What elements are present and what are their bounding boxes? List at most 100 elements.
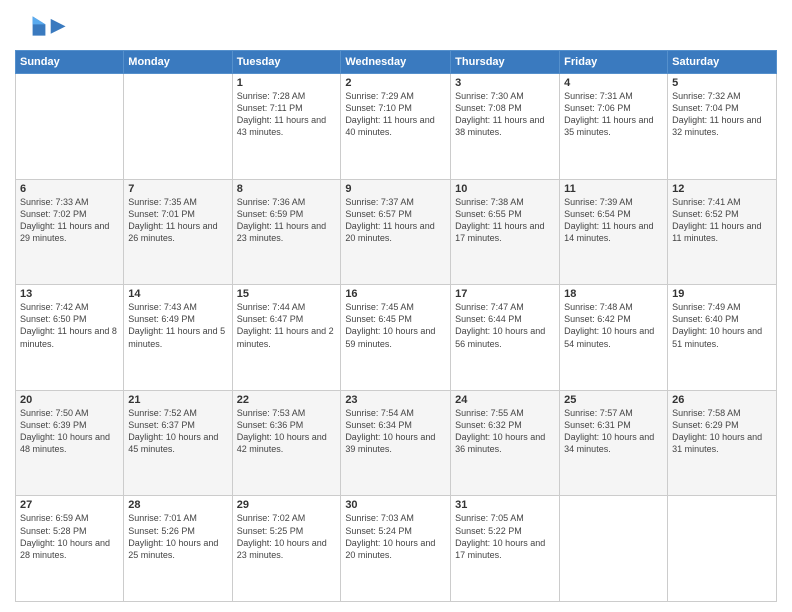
day-number: 4 (564, 77, 663, 89)
day-info: Sunrise: 7:53 AMSunset: 6:36 PMDaylight:… (237, 407, 337, 456)
day-cell: 15Sunrise: 7:44 AMSunset: 6:47 PMDayligh… (232, 285, 341, 391)
day-number: 23 (345, 394, 446, 406)
day-number: 25 (564, 394, 663, 406)
day-number: 5 (672, 77, 772, 89)
day-cell (668, 496, 777, 602)
week-row-1: 1Sunrise: 7:28 AMSunset: 7:11 PMDaylight… (16, 74, 777, 180)
weekday-header-monday: Monday (124, 51, 232, 74)
day-cell: 28Sunrise: 7:01 AMSunset: 5:26 PMDayligh… (124, 496, 232, 602)
day-info: Sunrise: 7:39 AMSunset: 6:54 PMDaylight:… (564, 196, 663, 245)
day-number: 2 (345, 77, 446, 89)
day-number: 12 (672, 183, 772, 195)
day-cell: 19Sunrise: 7:49 AMSunset: 6:40 PMDayligh… (668, 285, 777, 391)
day-cell (124, 74, 232, 180)
day-cell: 21Sunrise: 7:52 AMSunset: 6:37 PMDayligh… (124, 390, 232, 496)
day-info: Sunrise: 7:58 AMSunset: 6:29 PMDaylight:… (672, 407, 772, 456)
day-info: Sunrise: 7:36 AMSunset: 6:59 PMDaylight:… (237, 196, 337, 245)
week-row-4: 20Sunrise: 7:50 AMSunset: 6:39 PMDayligh… (16, 390, 777, 496)
day-cell: 3Sunrise: 7:30 AMSunset: 7:08 PMDaylight… (451, 74, 560, 180)
day-number: 11 (564, 183, 663, 195)
day-info: Sunrise: 7:29 AMSunset: 7:10 PMDaylight:… (345, 90, 446, 139)
day-number: 21 (128, 394, 227, 406)
day-cell: 26Sunrise: 7:58 AMSunset: 6:29 PMDayligh… (668, 390, 777, 496)
day-info: Sunrise: 7:01 AMSunset: 5:26 PMDaylight:… (128, 512, 227, 561)
day-number: 6 (20, 183, 119, 195)
day-number: 26 (672, 394, 772, 406)
day-cell: 27Sunrise: 6:59 AMSunset: 5:28 PMDayligh… (16, 496, 124, 602)
day-number: 13 (20, 288, 119, 300)
day-info: Sunrise: 7:52 AMSunset: 6:37 PMDaylight:… (128, 407, 227, 456)
day-number: 29 (237, 499, 337, 511)
day-info: Sunrise: 7:32 AMSunset: 7:04 PMDaylight:… (672, 90, 772, 139)
day-cell: 17Sunrise: 7:47 AMSunset: 6:44 PMDayligh… (451, 285, 560, 391)
day-cell: 16Sunrise: 7:45 AMSunset: 6:45 PMDayligh… (341, 285, 451, 391)
day-cell: 12Sunrise: 7:41 AMSunset: 6:52 PMDayligh… (668, 179, 777, 285)
day-number: 19 (672, 288, 772, 300)
day-info: Sunrise: 7:38 AMSunset: 6:55 PMDaylight:… (455, 196, 555, 245)
day-number: 16 (345, 288, 446, 300)
day-info: Sunrise: 7:03 AMSunset: 5:24 PMDaylight:… (345, 512, 446, 561)
day-info: Sunrise: 7:43 AMSunset: 6:49 PMDaylight:… (128, 301, 227, 350)
day-info: Sunrise: 7:41 AMSunset: 6:52 PMDaylight:… (672, 196, 772, 245)
day-number: 1 (237, 77, 337, 89)
weekday-header-wednesday: Wednesday (341, 51, 451, 74)
day-info: Sunrise: 7:35 AMSunset: 7:01 PMDaylight:… (128, 196, 227, 245)
day-number: 14 (128, 288, 227, 300)
day-info: Sunrise: 7:37 AMSunset: 6:57 PMDaylight:… (345, 196, 446, 245)
day-cell: 20Sunrise: 7:50 AMSunset: 6:39 PMDayligh… (16, 390, 124, 496)
day-number: 18 (564, 288, 663, 300)
day-info: Sunrise: 7:44 AMSunset: 6:47 PMDaylight:… (237, 301, 337, 350)
day-cell: 2Sunrise: 7:29 AMSunset: 7:10 PMDaylight… (341, 74, 451, 180)
day-cell: 18Sunrise: 7:48 AMSunset: 6:42 PMDayligh… (560, 285, 668, 391)
day-number: 17 (455, 288, 555, 300)
header: ▶ (15, 10, 777, 42)
day-cell: 4Sunrise: 7:31 AMSunset: 7:06 PMDaylight… (560, 74, 668, 180)
weekday-header-friday: Friday (560, 51, 668, 74)
day-info: Sunrise: 7:33 AMSunset: 7:02 PMDaylight:… (20, 196, 119, 245)
day-cell: 11Sunrise: 7:39 AMSunset: 6:54 PMDayligh… (560, 179, 668, 285)
week-row-2: 6Sunrise: 7:33 AMSunset: 7:02 PMDaylight… (16, 179, 777, 285)
day-cell: 8Sunrise: 7:36 AMSunset: 6:59 PMDaylight… (232, 179, 341, 285)
day-number: 15 (237, 288, 337, 300)
day-info: Sunrise: 6:59 AMSunset: 5:28 PMDaylight:… (20, 512, 119, 561)
day-info: Sunrise: 7:55 AMSunset: 6:32 PMDaylight:… (455, 407, 555, 456)
day-cell: 14Sunrise: 7:43 AMSunset: 6:49 PMDayligh… (124, 285, 232, 391)
day-info: Sunrise: 7:47 AMSunset: 6:44 PMDaylight:… (455, 301, 555, 350)
weekday-header-saturday: Saturday (668, 51, 777, 74)
day-info: Sunrise: 7:54 AMSunset: 6:34 PMDaylight:… (345, 407, 446, 456)
week-row-5: 27Sunrise: 6:59 AMSunset: 5:28 PMDayligh… (16, 496, 777, 602)
day-number: 28 (128, 499, 227, 511)
generalblue-icon (15, 10, 47, 42)
day-cell: 24Sunrise: 7:55 AMSunset: 6:32 PMDayligh… (451, 390, 560, 496)
weekday-header-row: SundayMondayTuesdayWednesdayThursdayFrid… (16, 51, 777, 74)
day-number: 7 (128, 183, 227, 195)
day-cell: 5Sunrise: 7:32 AMSunset: 7:04 PMDaylight… (668, 74, 777, 180)
day-cell: 10Sunrise: 7:38 AMSunset: 6:55 PMDayligh… (451, 179, 560, 285)
day-number: 3 (455, 77, 555, 89)
logo-text: ▶ (51, 16, 65, 36)
day-info: Sunrise: 7:02 AMSunset: 5:25 PMDaylight:… (237, 512, 337, 561)
day-number: 20 (20, 394, 119, 406)
day-cell: 7Sunrise: 7:35 AMSunset: 7:01 PMDaylight… (124, 179, 232, 285)
day-cell: 6Sunrise: 7:33 AMSunset: 7:02 PMDaylight… (16, 179, 124, 285)
day-info: Sunrise: 7:05 AMSunset: 5:22 PMDaylight:… (455, 512, 555, 561)
day-number: 30 (345, 499, 446, 511)
weekday-header-tuesday: Tuesday (232, 51, 341, 74)
day-info: Sunrise: 7:28 AMSunset: 7:11 PMDaylight:… (237, 90, 337, 139)
day-cell: 13Sunrise: 7:42 AMSunset: 6:50 PMDayligh… (16, 285, 124, 391)
day-cell: 30Sunrise: 7:03 AMSunset: 5:24 PMDayligh… (341, 496, 451, 602)
day-number: 8 (237, 183, 337, 195)
day-info: Sunrise: 7:42 AMSunset: 6:50 PMDaylight:… (20, 301, 119, 350)
day-cell: 9Sunrise: 7:37 AMSunset: 6:57 PMDaylight… (341, 179, 451, 285)
page: ▶ SundayMondayTuesdayWednesdayThursdayFr… (0, 0, 792, 612)
day-info: Sunrise: 7:31 AMSunset: 7:06 PMDaylight:… (564, 90, 663, 139)
week-row-3: 13Sunrise: 7:42 AMSunset: 6:50 PMDayligh… (16, 285, 777, 391)
weekday-header-sunday: Sunday (16, 51, 124, 74)
day-number: 10 (455, 183, 555, 195)
day-info: Sunrise: 7:48 AMSunset: 6:42 PMDaylight:… (564, 301, 663, 350)
day-cell: 1Sunrise: 7:28 AMSunset: 7:11 PMDaylight… (232, 74, 341, 180)
day-cell: 25Sunrise: 7:57 AMSunset: 6:31 PMDayligh… (560, 390, 668, 496)
day-cell: 23Sunrise: 7:54 AMSunset: 6:34 PMDayligh… (341, 390, 451, 496)
weekday-header-thursday: Thursday (451, 51, 560, 74)
day-number: 31 (455, 499, 555, 511)
